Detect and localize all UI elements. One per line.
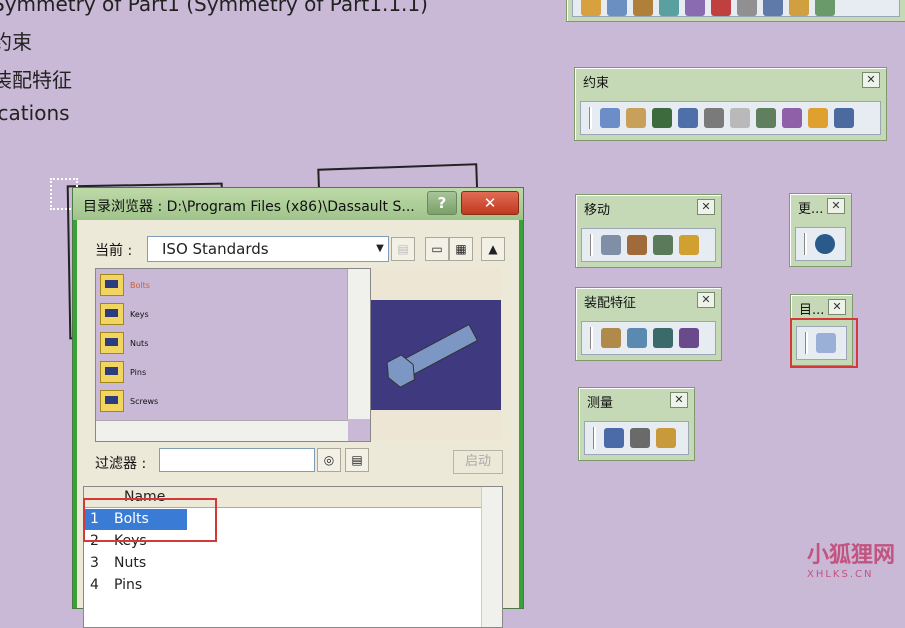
coincidence-constraint-icon[interactable] (600, 108, 620, 128)
close-icon[interactable]: ✕ (697, 199, 715, 215)
part-preview (371, 268, 501, 440)
contact-constraint-icon[interactable] (626, 108, 646, 128)
split-icon[interactable] (601, 328, 621, 348)
list-item[interactable]: Nuts (100, 331, 148, 355)
stop-manipulate-icon[interactable] (679, 235, 699, 255)
vertical-scrollbar[interactable] (481, 487, 502, 627)
bolt-preview-image (386, 323, 479, 388)
explode-icon[interactable] (653, 235, 673, 255)
close-icon[interactable]: ✕ (670, 392, 688, 408)
toolbar-grip[interactable] (590, 234, 593, 256)
update-icon[interactable] (815, 234, 835, 254)
toolbar-title: 移动 (584, 203, 611, 218)
folder-icon (100, 361, 124, 383)
folder-list[interactable]: Bolts Keys Nuts Pins Screws (95, 268, 371, 442)
measure-between-icon[interactable] (604, 428, 624, 448)
help-button[interactable]: ? (427, 191, 457, 215)
vertical-scrollbar[interactable] (347, 269, 370, 419)
dialog-title: 目录浏览器 : D:\Program Files (x86)\Dassault … (83, 199, 415, 215)
toolbar-title: 更... (798, 202, 824, 217)
toolbar-grip[interactable] (590, 327, 593, 349)
dialog-titlebar[interactable]: 目录浏览器 : D:\Program Files (x86)\Dassault … (73, 188, 523, 220)
frame-edge (73, 220, 77, 608)
tree-node-symmetry[interactable]: Symmetry of Part1 (Symmetry of Part1.1.1… (0, 0, 428, 16)
tree-node-constraints[interactable]: 约束 (0, 26, 32, 55)
toolbar-more: 更... ✕ (789, 193, 852, 267)
hole-icon[interactable] (627, 328, 647, 348)
toolbar-grip[interactable] (589, 107, 592, 129)
horizontal-scrollbar[interactable] (96, 420, 348, 441)
close-icon[interactable]: ✕ (862, 72, 880, 88)
list-item[interactable]: Bolts (100, 273, 150, 297)
fix-together-icon[interactable] (730, 108, 750, 128)
angle-constraint-icon[interactable] (678, 108, 698, 128)
binoculars-icon[interactable]: ◎ (317, 448, 341, 472)
table-row[interactable]: 4 Pins (84, 575, 482, 596)
toolbar-title: 装配特征 (584, 296, 637, 311)
list-item[interactable]: Keys (100, 302, 149, 326)
current-catalog-select[interactable]: ISO Standards ▼ (147, 236, 389, 262)
toolbar-move: 移动 ✕ (575, 194, 722, 268)
go-up-icon[interactable]: ▤ (391, 237, 415, 261)
toolbar-assembly-features: 装配特征 ✕ (575, 287, 722, 361)
flexible-subassembly-icon[interactable] (782, 108, 802, 128)
close-icon[interactable]: ✕ (827, 198, 845, 214)
snap-icon[interactable] (627, 235, 647, 255)
reuse-pattern-icon[interactable] (834, 108, 854, 128)
tree-node-assembly-features[interactable]: 装配特征 (0, 64, 72, 93)
toolbar-top-partial (566, 0, 905, 22)
tree-node-applications[interactable]: ications (0, 101, 70, 125)
close-icon[interactable]: ✕ (828, 299, 846, 315)
toolbar-grip[interactable] (593, 427, 596, 449)
table-row[interactable]: 3 Nuts (84, 553, 482, 574)
manipulation-icon[interactable] (601, 235, 621, 255)
close-button[interactable]: ✕ (461, 191, 519, 215)
watermark-cn: 小狐狸网 (806, 543, 895, 568)
toolbar-measure: 测量 ✕ (578, 387, 695, 461)
measure-item-icon[interactable] (630, 428, 650, 448)
list-item[interactable]: Pins (100, 360, 146, 384)
folder-icon (100, 332, 124, 354)
measure-inertia-icon[interactable] (656, 428, 676, 448)
frame-edge (519, 220, 523, 608)
list-item[interactable]: Screws (100, 389, 158, 413)
detail-view-icon[interactable]: ▦ (449, 237, 473, 261)
toolbar-grip[interactable] (804, 233, 807, 255)
annotation-box-bolts (83, 498, 217, 542)
toolbar-title: 约束 (583, 76, 610, 91)
chevron-down-icon[interactable]: ▼ (372, 237, 388, 261)
annotation-box-catalog (790, 318, 858, 368)
start-button[interactable]: 启动 (453, 450, 503, 474)
change-constraint-icon[interactable] (808, 108, 828, 128)
offset-constraint-icon[interactable] (652, 108, 672, 128)
current-catalog-value: ISO Standards (162, 240, 269, 258)
quick-constraint-icon[interactable] (756, 108, 776, 128)
watermark-logo: 小狐狸网 XHLKS.CN (807, 537, 895, 580)
close-icon[interactable]: ✕ (697, 292, 715, 308)
toolbar-title: 目... (799, 303, 825, 318)
filter-input[interactable] (159, 448, 315, 472)
current-label: 当前 : (95, 243, 133, 259)
watermark-en: XHLKS.CN (806, 569, 874, 580)
filter-label: 过滤器 : (95, 456, 147, 472)
open-folder-icon[interactable]: ▲ (481, 237, 505, 261)
catalog-browser-dialog: 目录浏览器 : D:\Program Files (x86)\Dassault … (72, 187, 524, 628)
folder-icon (100, 274, 124, 296)
fix-component-icon[interactable] (704, 108, 724, 128)
toolbar-title: 测量 (587, 396, 614, 411)
filter-options-icon[interactable]: ▤ (345, 448, 369, 472)
pocket-icon[interactable] (653, 328, 673, 348)
toolbar-constraints: 约束 ✕ (574, 67, 887, 141)
list-view-icon[interactable]: ▭ (425, 237, 449, 261)
folder-icon (100, 390, 124, 412)
remove-icon[interactable] (679, 328, 699, 348)
folder-icon (100, 303, 124, 325)
